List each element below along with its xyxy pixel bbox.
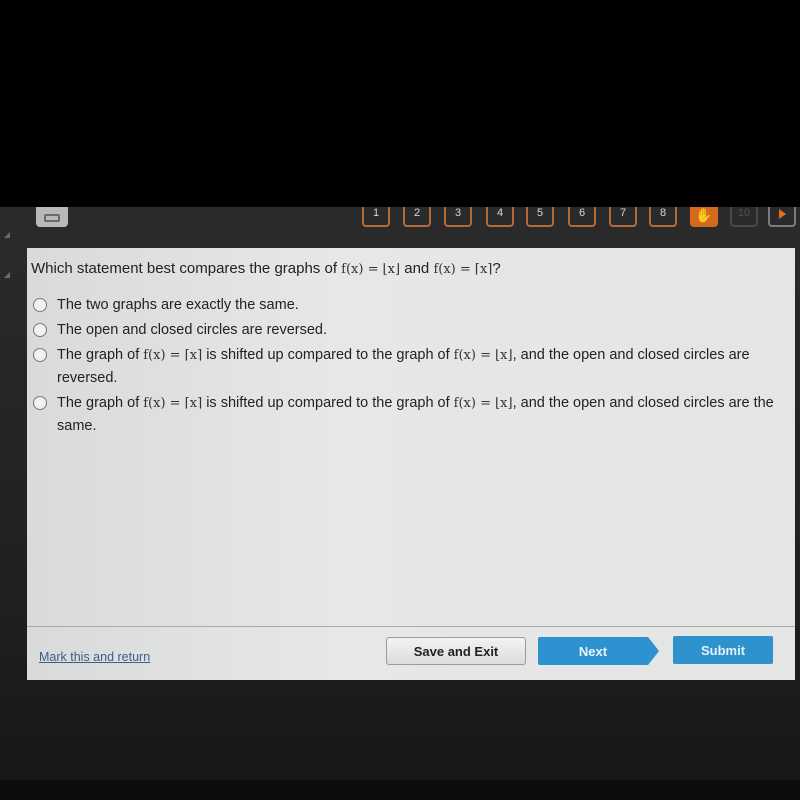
question-nav-2[interactable]: 2 — [403, 207, 431, 227]
question-middle: and — [400, 260, 434, 277]
option-text: The open and closed circles are reversed… — [57, 322, 328, 338]
submit-button[interactable]: Submit — [673, 636, 773, 664]
question-nav-1[interactable]: 1 — [362, 207, 390, 227]
question-nav-6[interactable]: 6 — [568, 207, 596, 227]
option-text-part: The graph of — [57, 347, 144, 363]
camera-top-black-area — [0, 0, 800, 207]
play-arrow-icon — [778, 209, 786, 219]
option-text-part: The graph of — [57, 395, 144, 411]
floor-function: f(x) = ⌊x⌋ — [453, 348, 513, 363]
option-text-part: is shifted up compared to the graph of — [202, 395, 454, 411]
radio-button[interactable] — [33, 323, 47, 337]
ceiling-function: f(x) = ⌈x⌉ — [433, 262, 493, 277]
next-button[interactable]: Next — [538, 637, 659, 665]
radio-button[interactable] — [33, 348, 47, 362]
hand-pointer-icon: ✋ — [695, 207, 713, 223]
calculator-icon — [44, 214, 60, 222]
question-nav-10: 10 — [730, 207, 758, 227]
footer-divider — [27, 626, 795, 627]
answer-option-4[interactable]: The graph of f(x) = ⌈x⌉ is shifted up co… — [33, 392, 793, 438]
mark-and-return-link[interactable]: Mark this and return — [39, 650, 150, 664]
question-nav-9-current[interactable]: ✋ — [690, 207, 718, 227]
question-suffix: ? — [492, 260, 501, 277]
floor-function: f(x) = ⌊x⌋ — [341, 262, 401, 277]
next-question-arrow-button[interactable] — [768, 207, 796, 227]
save-and-exit-button[interactable]: Save and Exit — [386, 637, 526, 665]
radio-button[interactable] — [33, 396, 47, 410]
answer-option-1[interactable]: The two graphs are exactly the same. — [33, 294, 793, 317]
monitor-bezel — [0, 780, 800, 800]
answer-option-2[interactable]: The open and closed circles are reversed… — [33, 319, 793, 342]
option-text: The graph of f(x) = ⌈x⌉ is shifted up co… — [57, 392, 793, 438]
ceiling-function: f(x) = ⌈x⌉ — [143, 348, 203, 363]
answer-options: The two graphs are exactly the same. The… — [33, 294, 793, 440]
calculator-button[interactable] — [36, 207, 68, 227]
answer-option-3[interactable]: The graph of f(x) = ⌈x⌉ is shifted up co… — [33, 344, 793, 390]
question-prefix: Which statement best compares the graphs… — [31, 260, 342, 277]
question-nav-7[interactable]: 7 — [609, 207, 637, 227]
option-text-part: is shifted up compared to the graph of — [202, 347, 454, 363]
question-nav-4[interactable]: 4 — [486, 207, 514, 227]
question-nav-3[interactable]: 3 — [444, 207, 472, 227]
question-nav-8[interactable]: 8 — [649, 207, 677, 227]
floor-function: f(x) = ⌊x⌋ — [453, 396, 513, 411]
question-nav-5[interactable]: 5 — [526, 207, 554, 227]
option-text: The two graphs are exactly the same. — [57, 297, 299, 313]
side-collapse-icon — [4, 272, 10, 278]
option-text: The graph of f(x) = ⌈x⌉ is shifted up co… — [57, 344, 793, 390]
ceiling-function: f(x) = ⌈x⌉ — [143, 396, 203, 411]
question-text: Which statement best compares the graphs… — [31, 260, 501, 277]
radio-button[interactable] — [33, 298, 47, 312]
side-collapse-icon — [4, 232, 10, 238]
question-panel: Which statement best compares the graphs… — [27, 248, 795, 680]
